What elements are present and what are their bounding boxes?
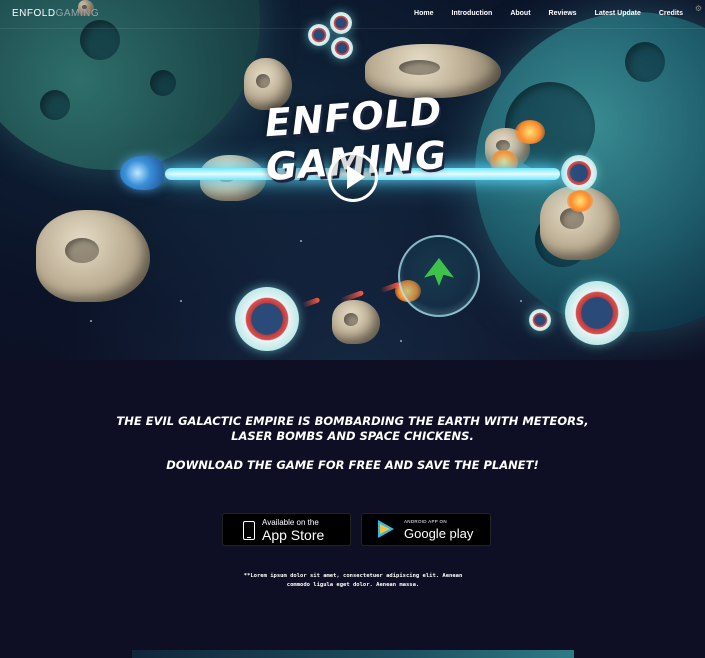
download-cta: DOWNLOAD THE GAME FOR FREE AND SAVE THE …: [166, 458, 539, 472]
crater: [40, 90, 70, 120]
google-play-small-label: ANDROID APP ON: [404, 519, 447, 524]
star: [300, 240, 302, 242]
brand-secondary: GAMING: [55, 8, 100, 19]
hero-banner: ENFOLD GAMING: [0, 0, 705, 360]
phone-icon: [243, 521, 255, 540]
star: [400, 340, 402, 342]
crater: [150, 70, 176, 96]
tagline-line: LASER BOMBS AND SPACE CHICKENS.: [231, 429, 474, 443]
play-video-button[interactable]: [328, 152, 378, 202]
lorem-line: commodo ligula eget dolor. Aenean massa.: [286, 582, 420, 588]
lorem-text: **Lorem ipsum dolor sit amet, consectetu…: [225, 572, 481, 590]
space-mine: [331, 37, 353, 59]
nav-reviews[interactable]: Reviews: [549, 10, 577, 17]
star: [180, 300, 182, 302]
asteroid: [36, 210, 150, 302]
google-play-button[interactable]: ANDROID APP ON Google play: [362, 514, 490, 545]
app-store-button[interactable]: Available on the App Store: [223, 514, 350, 545]
nav-introduction[interactable]: Introduction: [452, 10, 493, 17]
settings-icon[interactable]: ⚙: [695, 4, 702, 13]
space-mine: [235, 287, 299, 351]
star: [90, 320, 92, 322]
missile: [301, 297, 321, 308]
app-store-small-label: Available on the: [262, 518, 319, 527]
tagline: THE EVIL GALACTIC EMPIRE IS BOMBARDING T…: [0, 414, 705, 444]
app-store-label: App Store: [262, 527, 325, 543]
google-play-label: Google play: [404, 526, 474, 541]
tagline-line: THE EVIL GALACTIC EMPIRE IS BOMBARDING T…: [116, 414, 589, 428]
main-nav: Home Introduction About Reviews Latest U…: [414, 10, 683, 17]
space-mine: [529, 309, 551, 331]
google-play-icon: [378, 520, 394, 538]
crater: [625, 42, 665, 82]
space-mine: [565, 281, 629, 345]
site-logo[interactable]: ENFOLDGAMING: [12, 8, 99, 19]
asteroid: [332, 300, 380, 344]
explosion: [567, 190, 593, 212]
site-header: ENFOLDGAMING Home Introduction About Rev…: [0, 0, 705, 29]
lorem-line: **Lorem ipsum dolor sit amet, consectetu…: [243, 573, 463, 579]
brand-primary: ENFOLD: [12, 8, 56, 19]
bottom-image-strip: [132, 650, 574, 658]
space-mine: [561, 155, 597, 191]
nav-about[interactable]: About: [510, 10, 530, 17]
nav-latest-update[interactable]: Latest Update: [595, 10, 641, 17]
nav-credits[interactable]: Credits: [659, 10, 683, 17]
blue-spaceship: [120, 156, 164, 190]
nav-home[interactable]: Home: [414, 10, 433, 17]
star: [520, 300, 522, 302]
play-icon: [347, 165, 365, 189]
